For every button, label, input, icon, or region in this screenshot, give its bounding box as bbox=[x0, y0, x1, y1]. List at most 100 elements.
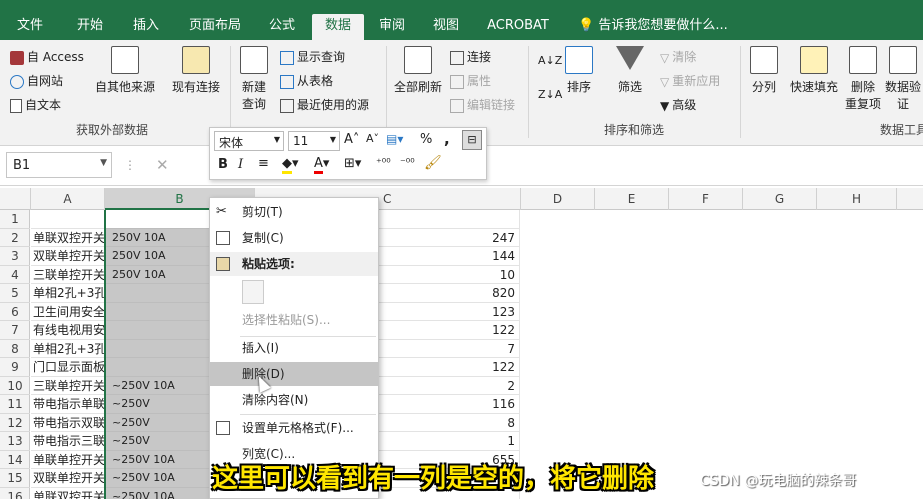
cell-a[interactable]: 单联双控开关 bbox=[31, 488, 105, 499]
properties-button[interactable]: 属性 bbox=[450, 72, 491, 89]
cell-c[interactable]: 122 bbox=[376, 358, 520, 377]
cell-a[interactable]: 门口显示面板控制开关 250V 10 bbox=[31, 358, 207, 377]
name-box[interactable]: B1 ▼ bbox=[6, 152, 112, 178]
row-header[interactable]: 13 bbox=[0, 432, 30, 451]
cell-c[interactable]: 8 bbox=[376, 413, 520, 432]
tab-insert[interactable]: 插入 bbox=[124, 14, 168, 40]
column-header-g[interactable]: G bbox=[743, 188, 817, 210]
formula-bar-splitter[interactable]: ⋮ bbox=[124, 158, 136, 172]
accounting-format-icon[interactable]: ▤▾ bbox=[386, 132, 403, 146]
flash-fill-button[interactable]: 快速填充 bbox=[786, 46, 842, 95]
cancel-icon[interactable]: ✕ bbox=[156, 156, 169, 174]
font-name-select[interactable]: 宋体 ▼ bbox=[214, 131, 284, 151]
tell-me-box[interactable]: 💡 告诉我您想要做什么... bbox=[578, 14, 728, 33]
remove-duplicates-button[interactable]: 删除 重复项 bbox=[844, 46, 882, 112]
menu-item-clear-contents[interactable]: 清除内容(N) bbox=[210, 388, 378, 412]
cell-c[interactable]: 1 bbox=[376, 432, 520, 451]
font-size-select[interactable]: 11 ▼ bbox=[288, 131, 340, 151]
cell-a[interactable]: 单联单控开关 bbox=[31, 451, 105, 469]
tab-formulas[interactable]: 公式 bbox=[260, 14, 304, 40]
cell-c[interactable]: 144 bbox=[376, 247, 520, 266]
row-header[interactable]: 6 bbox=[0, 303, 30, 321]
row-header[interactable]: 2 bbox=[0, 229, 30, 247]
column-header-d[interactable]: D bbox=[521, 188, 595, 210]
row-header[interactable]: 7 bbox=[0, 321, 30, 340]
cell-c[interactable]: 7 bbox=[376, 339, 520, 358]
column-header-h[interactable]: H bbox=[817, 188, 897, 210]
cell-c[interactable]: 116 bbox=[376, 395, 520, 414]
bold-icon[interactable]: B bbox=[218, 157, 228, 172]
cell-a[interactable]: 三联单控开关 bbox=[31, 377, 105, 395]
advanced-filter-button[interactable]: ▼ 高级 bbox=[660, 96, 696, 113]
column-header-a[interactable]: A bbox=[31, 188, 105, 210]
cell-a[interactable]: 带电指示单联单控开关 bbox=[31, 395, 153, 414]
row-header[interactable]: 4 bbox=[0, 266, 30, 284]
menu-item-format-cells[interactable]: 设置单元格格式(F)... bbox=[210, 416, 378, 440]
row-header[interactable]: 16 bbox=[0, 488, 30, 499]
cell-c[interactable] bbox=[376, 210, 520, 229]
cell-a[interactable]: 卫生间用安全型单相五孔防溅插 bbox=[31, 303, 201, 321]
row-header[interactable]: 12 bbox=[0, 414, 30, 432]
refresh-all-button[interactable]: 全部刷新 bbox=[392, 46, 444, 95]
from-access-button[interactable]: 自 Access bbox=[10, 48, 84, 65]
column-header-f[interactable]: F bbox=[669, 188, 743, 210]
row-header[interactable]: 10 bbox=[0, 377, 30, 395]
cell-c[interactable]: 820 bbox=[376, 284, 520, 303]
row-header[interactable]: 8 bbox=[0, 340, 30, 358]
cell-a[interactable]: 单相2孔+3孔防水插座 防溅型 1 bbox=[31, 340, 206, 358]
worksheet-grid[interactable]: 1 2 3 4 5 6 7 8 9 10 11 12 13 14 15 16 单联双控开关 250V 10A 24… bbox=[0, 210, 923, 499]
cell-c[interactable]: 247 bbox=[376, 228, 520, 247]
column-header-e[interactable]: E bbox=[595, 188, 669, 210]
font-color-icon[interactable]: A▾ bbox=[314, 156, 329, 174]
row-header[interactable]: 9 bbox=[0, 358, 30, 377]
cell-a[interactable] bbox=[31, 210, 104, 229]
decrease-font-icon[interactable]: A˅ bbox=[366, 132, 379, 145]
menu-item-insert[interactable]: 插入(I) bbox=[210, 336, 378, 360]
show-queries-button[interactable]: 显示查询 bbox=[280, 48, 345, 65]
filter-button[interactable]: 筛选 bbox=[612, 46, 648, 95]
format-painter-icon[interactable]: 🖌 bbox=[424, 155, 442, 171]
tab-file[interactable]: 文件 bbox=[8, 14, 52, 40]
clear-filter-button[interactable]: ▽ 清除 bbox=[660, 48, 696, 65]
connections-button[interactable]: 连接 bbox=[450, 48, 491, 65]
menu-item-delete[interactable]: 删除(D) bbox=[210, 362, 378, 386]
data-validation-button[interactable]: 数据验证 bbox=[884, 46, 922, 112]
from-text-button[interactable]: 自文本 bbox=[10, 96, 61, 113]
increase-font-icon[interactable]: A˄ bbox=[344, 132, 359, 147]
cell-a[interactable]: 单相2孔+3孔暗装插座 安全型 2 bbox=[31, 284, 206, 303]
decrease-decimal-icon[interactable]: ⁻⁰⁰ bbox=[400, 156, 415, 169]
comma-style-button[interactable]: , bbox=[444, 130, 450, 148]
sort-az-button[interactable]: A↓Z bbox=[538, 54, 562, 67]
borders-icon[interactable]: ⊞▾ bbox=[344, 156, 361, 171]
wrap-text-icon[interactable]: ⊟ bbox=[462, 130, 482, 150]
paste-icon[interactable] bbox=[242, 280, 264, 304]
menu-item-cut[interactable]: ✂ 剪切(T) bbox=[210, 200, 378, 224]
italic-icon[interactable]: I bbox=[238, 157, 243, 172]
cell-a[interactable]: 带电指示三联单控开关 bbox=[31, 432, 153, 451]
cell-c[interactable]: 122 bbox=[376, 321, 520, 340]
cell-a[interactable]: 双联单控开关 bbox=[31, 469, 105, 488]
row-header[interactable]: 1 bbox=[0, 210, 30, 229]
sort-button[interactable]: 排序 bbox=[562, 46, 596, 95]
cell-c[interactable]: 10 bbox=[376, 265, 520, 284]
text-to-columns-button[interactable]: 分列 bbox=[746, 46, 782, 95]
cell-c[interactable]: 123 bbox=[376, 302, 520, 321]
cell-c[interactable]: 2 bbox=[376, 376, 520, 395]
cell-a[interactable]: 双联单控开关 bbox=[31, 247, 105, 266]
new-query-button[interactable]: 新建 查询 bbox=[234, 46, 274, 112]
cell-a[interactable]: 带电指示双联单控开关 bbox=[31, 414, 153, 432]
tab-view[interactable]: 视图 bbox=[424, 14, 468, 40]
row-header[interactable]: 15 bbox=[0, 469, 30, 488]
cell-a[interactable]: 三联单控开关 bbox=[31, 266, 105, 284]
from-table-button[interactable]: 从表格 bbox=[280, 72, 333, 89]
sort-za-button[interactable]: Z↓A bbox=[538, 88, 562, 101]
cell-a[interactable]: 单联双控开关 bbox=[31, 229, 105, 247]
align-center-icon[interactable]: ≡ bbox=[258, 156, 269, 171]
tab-page-layout[interactable]: 页面布局 bbox=[182, 14, 248, 40]
menu-item-paste-special[interactable]: 选择性粘贴(S)... bbox=[210, 308, 378, 332]
row-header[interactable]: 3 bbox=[0, 247, 30, 266]
tab-data[interactable]: 数据 bbox=[312, 14, 364, 40]
menu-item-copy[interactable]: 复制(C) bbox=[210, 226, 378, 250]
edit-links-button[interactable]: 编辑链接 bbox=[450, 96, 515, 113]
row-header[interactable]: 14 bbox=[0, 451, 30, 469]
